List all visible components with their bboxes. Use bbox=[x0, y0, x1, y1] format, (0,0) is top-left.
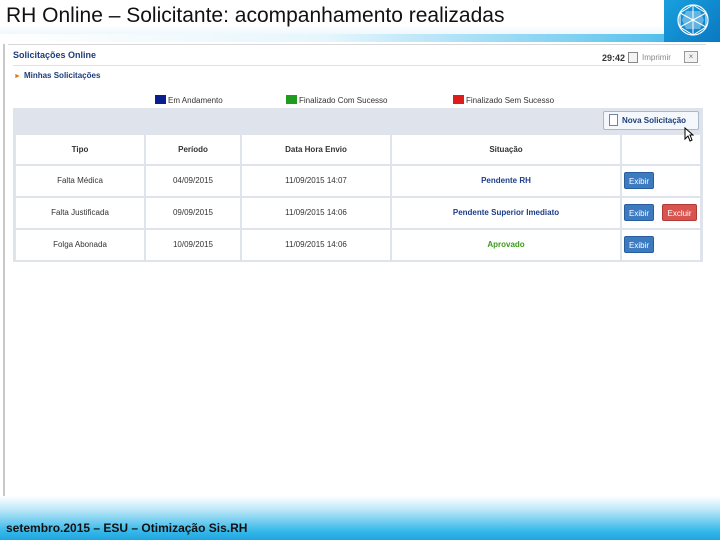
legend-swatch bbox=[155, 95, 166, 104]
slide: RH Online – Solicitante: acompanhamento … bbox=[0, 0, 720, 540]
table-cell-envio: 11/09/2015 14:06 bbox=[242, 230, 390, 260]
table-cell-actions: Exibir bbox=[622, 230, 700, 260]
table-cell-actions: Exibir Excluir bbox=[622, 198, 700, 228]
table-cell-tipo: Falta Justificada bbox=[16, 198, 144, 228]
table-cell-tipo: Falta Médica bbox=[16, 166, 144, 196]
breadcrumb[interactable]: ► Minhas Solicitações bbox=[14, 71, 100, 80]
legend-swatch bbox=[453, 95, 464, 104]
table-toolbar bbox=[13, 108, 703, 133]
mouse-cursor-icon bbox=[684, 127, 694, 142]
legend-label: Em Andamento bbox=[168, 96, 223, 105]
print-link[interactable]: Imprimir bbox=[642, 53, 671, 62]
breadcrumb-label: Minhas Solicitações bbox=[23, 71, 101, 80]
table-cell-situacao: Pendente RH bbox=[392, 166, 620, 196]
session-timer: 29:42 bbox=[602, 53, 626, 63]
legend-label: Finalizado Sem Sucesso bbox=[466, 96, 555, 105]
delete-button[interactable]: Excluir bbox=[662, 204, 697, 221]
column-header-periodo: Período bbox=[146, 135, 240, 164]
table-cell-situacao: Aprovado bbox=[392, 230, 620, 260]
print-icon[interactable] bbox=[628, 52, 638, 63]
close-icon[interactable]: × bbox=[684, 51, 698, 63]
table-cell-periodo: 04/09/2015 bbox=[146, 166, 240, 196]
header-bar bbox=[0, 34, 720, 42]
legend-label: Finalizado Com Sucesso bbox=[299, 96, 388, 105]
app-title: Solicitações Online bbox=[13, 50, 97, 60]
table-cell-situacao: Pendente Superior Imediato bbox=[392, 198, 620, 228]
slide-footer: setembro.2015 – ESU – Otimização Sis.RH bbox=[0, 496, 720, 540]
column-header-envio: Data Hora Envio bbox=[242, 135, 390, 164]
table-cell-periodo: 10/09/2015 bbox=[146, 230, 240, 260]
legend-swatch bbox=[286, 95, 297, 104]
divider bbox=[13, 65, 701, 66]
legend-item-success: Finalizado Com Sucesso bbox=[286, 95, 387, 105]
slide-header: RH Online – Solicitante: acompanhamento … bbox=[0, 0, 720, 42]
footer-text: setembro.2015 – ESU – Otimização Sis.RH bbox=[6, 521, 248, 535]
requests-table: Tipo Período Data Hora Envio Situação Fa… bbox=[13, 133, 703, 262]
show-button[interactable]: Exibir bbox=[624, 204, 654, 221]
legend-item-in-progress: Em Andamento bbox=[155, 95, 223, 105]
table-cell-tipo: Folga Abonada bbox=[16, 230, 144, 260]
globe-logo-icon bbox=[677, 4, 709, 36]
document-icon bbox=[609, 114, 618, 126]
show-button[interactable]: Exibir bbox=[624, 236, 654, 253]
slide-left-border bbox=[3, 44, 5, 496]
table-cell-actions: Exibir bbox=[622, 166, 700, 196]
logo bbox=[664, 0, 720, 42]
slide-title: RH Online – Solicitante: acompanhamento … bbox=[6, 4, 505, 27]
new-request-label: Nova Solicitação bbox=[622, 116, 687, 125]
show-button[interactable]: Exibir bbox=[624, 172, 654, 189]
app-screenshot: Solicitações Online 29:42 Imprimir × ► Mi… bbox=[8, 44, 706, 266]
table-cell-envio: 11/09/2015 14:06 bbox=[242, 198, 390, 228]
column-header-situacao: Situação bbox=[392, 135, 620, 164]
column-header-tipo: Tipo bbox=[16, 135, 144, 164]
arrow-right-icon: ► bbox=[14, 73, 21, 80]
table-cell-periodo: 09/09/2015 bbox=[146, 198, 240, 228]
table-cell-envio: 11/09/2015 14:07 bbox=[242, 166, 390, 196]
legend-item-failure: Finalizado Sem Sucesso bbox=[453, 95, 554, 105]
